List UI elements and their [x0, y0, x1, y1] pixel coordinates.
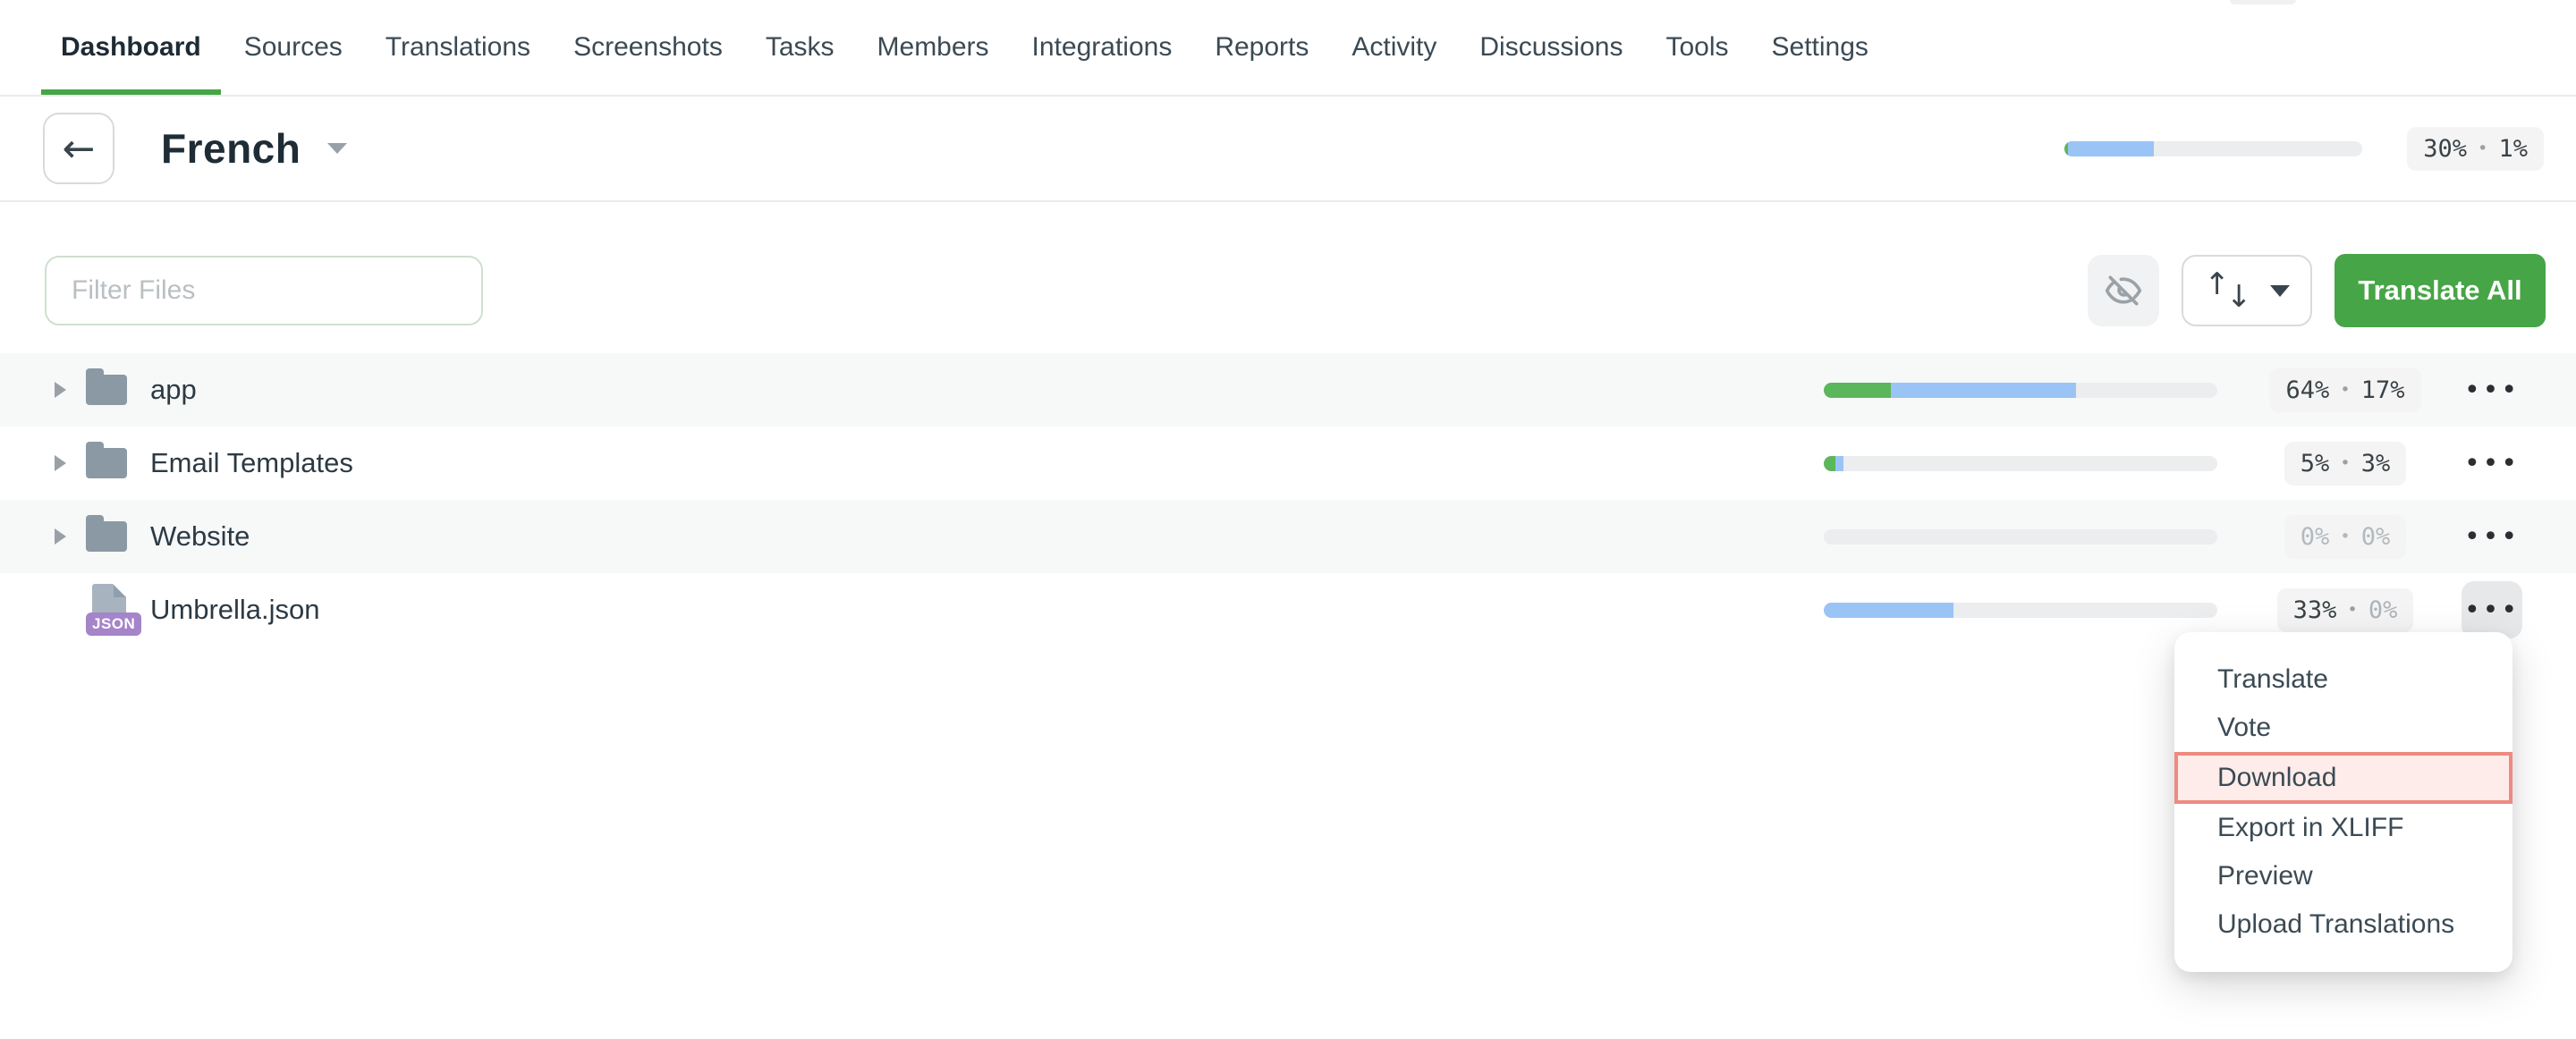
file-progress-badge: 64% • 17% — [2269, 368, 2420, 412]
folder-icon — [86, 448, 127, 478]
file-toolbar: ↑ ↓ Translate All — [0, 254, 2576, 327]
tab-settings[interactable]: Settings — [1752, 0, 1888, 95]
menu-item-export-xliff[interactable]: Export in XLIFF — [2174, 804, 2512, 852]
file-progress-bar — [1824, 529, 2217, 545]
language-progress-bar — [2064, 141, 2362, 156]
cutoff-element-top — [2230, 0, 2296, 4]
file-list: app 64% • 17% ••• Email Templates — [0, 353, 2576, 646]
back-button[interactable]: ← — [43, 113, 114, 184]
json-file-type-badge: JSON — [86, 612, 141, 636]
tab-tools[interactable]: Tools — [1646, 0, 1748, 95]
row-actions-button-active[interactable]: ••• — [2462, 581, 2522, 638]
expand-caret-icon[interactable] — [50, 382, 70, 398]
file-progress-badge: 33% • 0% — [2277, 588, 2414, 632]
progress-translated-segment — [1891, 383, 2076, 398]
page-header: ← French 30% • 1% — [0, 97, 2576, 202]
file-name[interactable]: app — [150, 374, 197, 406]
tab-dashboard[interactable]: Dashboard — [41, 0, 221, 95]
row-actions-button[interactable]: ••• — [2462, 435, 2522, 492]
expand-caret-icon[interactable] — [50, 455, 70, 471]
menu-item-translate[interactable]: Translate — [2174, 655, 2512, 704]
translate-all-button[interactable]: Translate All — [2334, 254, 2546, 327]
top-nav: Dashboard Sources Translations Screensho… — [0, 0, 2576, 97]
progress-translated-segment — [1835, 456, 1843, 471]
menu-item-vote[interactable]: Vote — [2174, 704, 2512, 752]
expand-caret-icon[interactable] — [50, 528, 70, 545]
tab-tasks[interactable]: Tasks — [746, 0, 854, 95]
toolbar-actions: ↑ ↓ Translate All — [2088, 254, 2546, 327]
header-progress-group: 30% • 1% — [2064, 127, 2544, 171]
language-progress-badge: 30% • 1% — [2407, 127, 2544, 171]
eye-off-icon — [2104, 271, 2143, 310]
tab-reports[interactable]: Reports — [1195, 0, 1328, 95]
menu-item-preview[interactable]: Preview — [2174, 852, 2512, 900]
json-file-icon: JSON — [86, 584, 132, 636]
menu-item-download[interactable]: Download — [2174, 752, 2512, 804]
sort-arrows-icon: ↑ ↓ — [2205, 273, 2252, 308]
file-progress-bar — [1824, 456, 2217, 471]
tab-screenshots[interactable]: Screenshots — [554, 0, 742, 95]
file-name[interactable]: Website — [150, 520, 250, 553]
row-actions-button[interactable]: ••• — [2462, 361, 2522, 418]
progress-approved-segment — [1824, 456, 1835, 471]
page-title: French — [161, 124, 301, 173]
sort-dropdown-caret-icon — [2270, 285, 2290, 297]
tab-discussions[interactable]: Discussions — [1460, 0, 1642, 95]
row-actions-context-menu: Translate Vote Download Export in XLIFF … — [2174, 632, 2512, 972]
file-row-website[interactable]: Website 0% • 0% ••• — [0, 500, 2576, 573]
row-actions-button[interactable]: ••• — [2462, 508, 2522, 565]
menu-item-upload-translations[interactable]: Upload Translations — [2174, 900, 2512, 949]
progress-translated-segment — [1824, 603, 1953, 618]
file-progress-badge: 0% • 0% — [2284, 515, 2406, 559]
tab-translations[interactable]: Translations — [366, 0, 550, 95]
file-name[interactable]: Email Templates — [150, 447, 353, 479]
toggle-hidden-files-button[interactable] — [2088, 255, 2159, 326]
tab-integrations[interactable]: Integrations — [1013, 0, 1192, 95]
file-name[interactable]: Umbrella.json — [150, 594, 320, 626]
progress-approved-segment — [1824, 383, 1891, 398]
back-arrow-icon: ← — [63, 126, 96, 172]
folder-icon — [86, 521, 127, 552]
filter-files-input[interactable] — [45, 256, 483, 325]
progress-translated-segment — [2068, 141, 2155, 156]
sort-button[interactable]: ↑ ↓ — [2182, 255, 2312, 326]
dot-separator: • — [2478, 139, 2487, 158]
file-row-email-templates[interactable]: Email Templates 5% • 3% ••• — [0, 427, 2576, 500]
language-dropdown-caret-icon[interactable] — [327, 143, 347, 154]
file-progress-badge: 5% • 3% — [2284, 442, 2406, 486]
file-row-app[interactable]: app 64% • 17% ••• — [0, 353, 2576, 427]
file-progress-bar — [1824, 603, 2217, 618]
translated-pct: 30% — [2423, 135, 2467, 163]
file-progress-bar — [1824, 383, 2217, 398]
approved-pct: 1% — [2498, 135, 2528, 163]
folder-icon — [86, 375, 127, 405]
tab-sources[interactable]: Sources — [225, 0, 362, 95]
tab-activity[interactable]: Activity — [1332, 0, 1456, 95]
tab-members[interactable]: Members — [858, 0, 1009, 95]
